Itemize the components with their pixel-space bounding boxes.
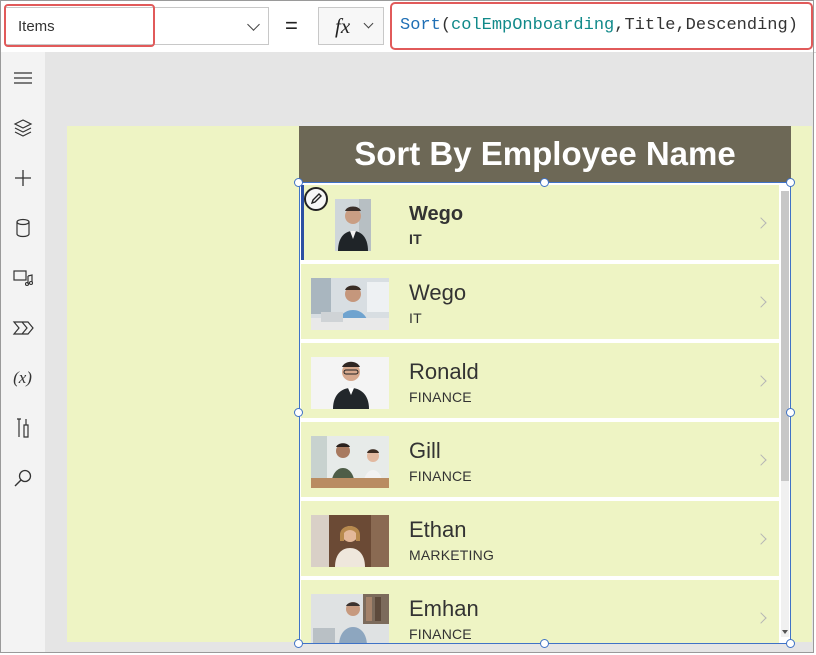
employee-name: Wego (409, 280, 467, 305)
gallery-item[interactable]: Gill FINANCE (301, 422, 779, 497)
resize-handle[interactable] (786, 639, 795, 648)
employee-photo (311, 515, 389, 567)
chevron-right-icon[interactable] (755, 217, 767, 229)
equals-sign: = (285, 13, 298, 38)
employee-gallery[interactable]: Wego IT Wego IT Ronald FINANCE Gill FINA… (299, 182, 791, 644)
edit-pencil-icon[interactable] (304, 187, 328, 211)
chevron-right-icon[interactable] (755, 375, 767, 387)
chevron-right-icon[interactable] (755, 454, 767, 466)
chevron-down-icon (247, 18, 260, 31)
page-title: Sort By Employee Name (354, 135, 736, 172)
employee-name: Ronald (409, 359, 479, 384)
resize-handle[interactable] (786, 408, 795, 417)
employee-photo (311, 357, 389, 409)
chevron-right-icon[interactable] (755, 612, 767, 624)
scroll-down-arrow-icon[interactable] (782, 630, 788, 634)
gallery-item[interactable]: Ethan MARKETING (301, 501, 779, 576)
formula-column: Title (624, 16, 676, 35)
plus-icon[interactable] (0, 162, 45, 194)
employee-department: IT (409, 310, 422, 326)
property-highlight-box (4, 4, 155, 47)
employee-name: Gill (409, 438, 441, 463)
chevron-right-icon[interactable] (755, 533, 767, 545)
hamburger-menu-icon[interactable] (0, 62, 45, 94)
employee-department: FINANCE (409, 389, 472, 405)
database-icon[interactable] (0, 212, 45, 244)
resize-handle[interactable] (786, 178, 795, 187)
gallery-item[interactable]: Wego IT (301, 185, 779, 260)
formula-order: Descending (685, 16, 788, 35)
formula-close-paren: ) (787, 16, 798, 35)
employee-photo (335, 199, 371, 251)
formula-collection: colEmpOnboarding (451, 16, 615, 35)
formula-comma: , (614, 16, 625, 35)
employee-department: FINANCE (409, 468, 472, 484)
employee-department: FINANCE (409, 626, 472, 642)
formula-text: Sort(colEmpOnboarding,Title,Descending) (400, 16, 798, 35)
employee-photo (311, 594, 389, 643)
left-rail: (x) (0, 52, 46, 653)
fx-icon: fx (335, 14, 351, 38)
resize-handle[interactable] (294, 639, 303, 648)
resize-handle[interactable] (294, 408, 303, 417)
gallery-item[interactable]: Emhan FINANCE (301, 580, 779, 643)
fx-button[interactable]: fx (318, 7, 384, 45)
resize-handle[interactable] (540, 178, 549, 187)
employee-department: IT (409, 231, 422, 247)
employee-name: Emhan (409, 596, 479, 621)
resize-handle[interactable] (540, 639, 549, 648)
employee-name: Ethan (409, 517, 467, 542)
formula-function: Sort (400, 16, 441, 35)
formula-input[interactable]: Sort(colEmpOnboarding,Title,Descending) (390, 2, 813, 50)
employee-department: MARKETING (409, 547, 495, 563)
layers-icon[interactable] (0, 112, 45, 144)
formula-comma: , (675, 16, 686, 35)
power-automate-icon[interactable] (0, 312, 45, 344)
employee-name: Wego (409, 203, 464, 225)
search-icon[interactable] (0, 462, 45, 494)
formula-open-paren: ( (440, 16, 452, 35)
chevron-down-icon (363, 18, 374, 29)
chevron-right-icon[interactable] (755, 296, 767, 308)
scrollbar-thumb[interactable] (781, 191, 789, 481)
tools-icon[interactable] (0, 412, 45, 444)
media-icon[interactable] (0, 262, 45, 294)
variables-icon[interactable]: (x) (0, 362, 45, 394)
employee-photo (311, 278, 389, 330)
resize-handle[interactable] (294, 178, 303, 187)
employee-photo (311, 436, 389, 488)
gallery-item[interactable]: Ronald FINANCE (301, 343, 779, 418)
formula-bar: Items = fx Sort(colEmpOnboarding,Title,D… (0, 0, 816, 53)
title-label: Sort By Employee Name (299, 126, 791, 182)
gallery-item[interactable]: Wego IT (301, 264, 779, 339)
